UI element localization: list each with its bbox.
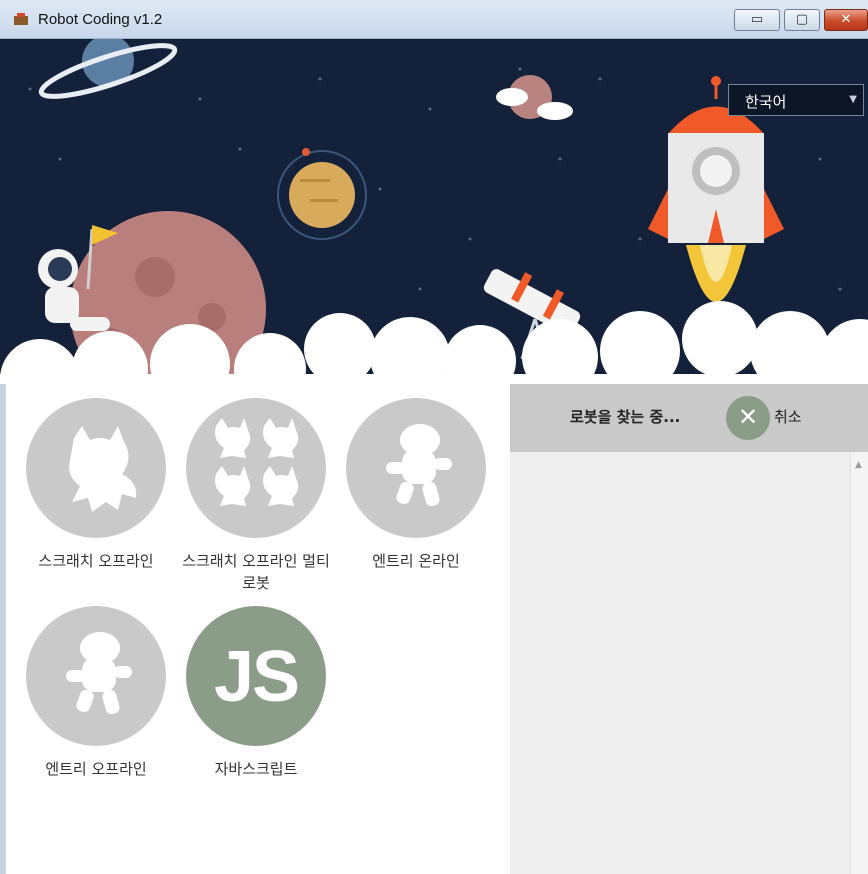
- tile-label: 스크래치 오프라인 멀티 로봇: [182, 552, 330, 592]
- entry-bot-icon[interactable]: [346, 398, 486, 538]
- space-banner: 한국어 ▼: [0, 39, 868, 384]
- window-title: Robot Coding v1.2: [38, 11, 163, 28]
- maximize-button[interactable]: ▢: [784, 9, 820, 31]
- orbit-planet: [277, 148, 367, 240]
- close-icon: ✕: [840, 12, 852, 27]
- app-icon: [14, 13, 28, 25]
- scratch-cat-icon[interactable]: [26, 398, 166, 538]
- tile-entry-offline[interactable]: 엔트리 오프라인: [16, 606, 176, 780]
- scroll-up-icon[interactable]: ▲: [855, 460, 862, 470]
- close-icon: ✕: [737, 403, 759, 431]
- language-select[interactable]: 한국어 ▼: [728, 84, 864, 116]
- robot-panel: 로봇을 찾는 중... ✕ 취소 ▲: [510, 384, 868, 874]
- tile-entry-online[interactable]: 엔트리 온라인: [336, 398, 496, 572]
- small-planet: [496, 75, 573, 120]
- cancel-search-button[interactable]: ✕: [726, 396, 770, 440]
- close-button[interactable]: ✕: [824, 9, 868, 31]
- robot-search-bar: 로봇을 찾는 중... ✕ 취소: [510, 384, 868, 452]
- javascript-icon-text: JS: [213, 637, 300, 717]
- title-bar[interactable]: Robot Coding v1.2 ▭ ▢ ✕: [0, 0, 868, 39]
- tile-scratch-multi-robot[interactable]: 스크래치 오프라인 멀티 로봇: [176, 398, 336, 594]
- language-select-value: 한국어: [745, 93, 787, 111]
- editor-tiles-panel: 스크래치 오프라인 스크래치 오프라인 멀티 로봇 엔트리 온라인 엔트리 오프…: [0, 384, 510, 874]
- tile-scratch-offline[interactable]: 스크래치 오프라인: [16, 398, 176, 572]
- tile-label: 엔트리 온라인: [372, 552, 460, 570]
- cancel-label[interactable]: 취소: [774, 406, 802, 427]
- robot-list-scrollbar[interactable]: ▲: [850, 452, 868, 874]
- ringed-planet: [38, 39, 178, 99]
- tile-label: 자바스크립트: [214, 760, 298, 778]
- robot-list[interactable]: [510, 452, 850, 874]
- chevron-down-icon: ▼: [849, 94, 857, 105]
- javascript-icon[interactable]: JS: [186, 606, 326, 746]
- tile-javascript[interactable]: JS 자바스크립트: [176, 606, 336, 780]
- tile-label: 엔트리 오프라인: [45, 760, 147, 778]
- robot-search-status: 로봇을 찾는 중...: [570, 408, 681, 426]
- app-window: Robot Coding v1.2 ▭ ▢ ✕ 한국어 ▼ 스크래치 오프라인 …: [0, 0, 868, 874]
- scratch-multi-cat-icon[interactable]: [186, 398, 326, 538]
- minimize-icon: ▭: [750, 12, 764, 27]
- minimize-button[interactable]: ▭: [734, 9, 780, 31]
- maximize-icon: ▢: [795, 12, 809, 27]
- tile-label: 스크래치 오프라인: [38, 552, 154, 570]
- entry-bot-icon[interactable]: [26, 606, 166, 746]
